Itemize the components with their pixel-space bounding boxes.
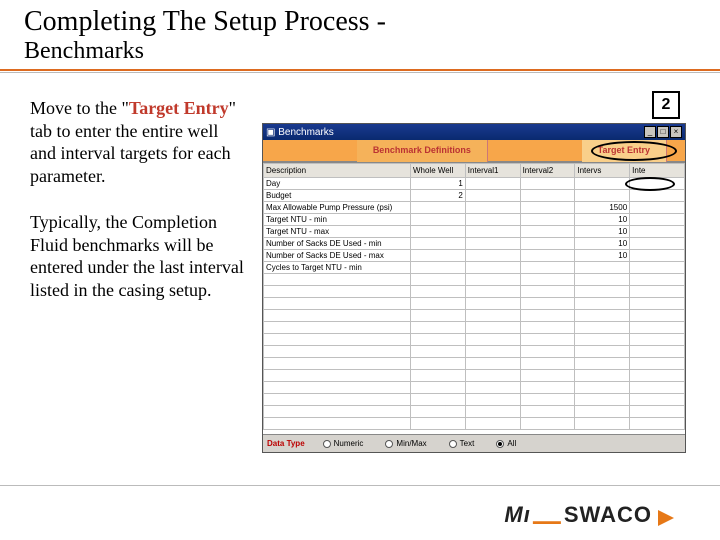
- table-row[interactable]: Cycles to Target NTU - min: [264, 262, 685, 274]
- table-row[interactable]: [264, 346, 685, 358]
- p1-accent: Target Entry: [129, 98, 229, 118]
- radio-all[interactable]: All: [496, 439, 516, 448]
- column-header[interactable]: Interval2: [520, 164, 575, 178]
- minimize-icon[interactable]: _: [644, 126, 656, 138]
- radio-numeric[interactable]: Numeric: [323, 439, 364, 448]
- logo-arrow-icon: [658, 510, 674, 526]
- column-header[interactable]: Inte: [630, 164, 685, 178]
- table-row[interactable]: [264, 286, 685, 298]
- column-header[interactable]: Whole Well: [410, 164, 465, 178]
- table-row[interactable]: [264, 310, 685, 322]
- table-row[interactable]: [264, 274, 685, 286]
- window-title: ▣ Benchmarks: [266, 127, 334, 138]
- table-row[interactable]: [264, 382, 685, 394]
- miswaco-logo: Mı—SWACO: [504, 502, 674, 528]
- table-row[interactable]: Day1: [264, 178, 685, 190]
- slide-title: Completing The Setup Process -: [24, 6, 720, 38]
- table-row[interactable]: Budget2: [264, 190, 685, 202]
- table-row[interactable]: Number of Sacks DE Used - max10: [264, 250, 685, 262]
- data-type-label: Data Type: [267, 439, 305, 448]
- table-row[interactable]: [264, 418, 685, 430]
- data-grid[interactable]: DescriptionWhole WellInterval1Interval2I…: [263, 162, 685, 434]
- table-row[interactable]: [264, 298, 685, 310]
- accent-rule: [0, 69, 720, 71]
- benchmarks-window: ▣ Benchmarks _ □ × Benchmark Definitions…: [262, 123, 686, 453]
- table-row[interactable]: Target NTU - max10: [264, 226, 685, 238]
- column-header[interactable]: Interval1: [465, 164, 520, 178]
- slide-subtitle: Benchmarks: [24, 38, 720, 65]
- column-header[interactable]: Intervs: [575, 164, 630, 178]
- table-row[interactable]: Number of Sacks DE Used - min10: [264, 238, 685, 250]
- p2: Typically, the Completion Fluid benchmar…: [30, 211, 248, 301]
- table-row[interactable]: [264, 406, 685, 418]
- table-row[interactable]: [264, 370, 685, 382]
- maximize-icon[interactable]: □: [657, 126, 669, 138]
- tab-target-entry[interactable]: Target Entry: [582, 140, 667, 162]
- radio-minmax[interactable]: Min/Max: [385, 439, 426, 448]
- table-row[interactable]: Target NTU - min10: [264, 214, 685, 226]
- p1-pre: Move to the ": [30, 98, 129, 118]
- step-badge: 2: [652, 91, 680, 119]
- footer-rule: [0, 485, 720, 486]
- table-row[interactable]: [264, 334, 685, 346]
- table-row[interactable]: [264, 322, 685, 334]
- table-row[interactable]: [264, 358, 685, 370]
- table-row[interactable]: Max Allowable Pump Pressure (psi)1500: [264, 202, 685, 214]
- data-type-bar: Data Type Numeric Min/Max Text All: [263, 434, 685, 452]
- radio-text[interactable]: Text: [449, 439, 475, 448]
- close-icon[interactable]: ×: [670, 126, 682, 138]
- column-header[interactable]: Description: [264, 164, 411, 178]
- table-row[interactable]: [264, 394, 685, 406]
- body-text: Move to the "Target Entry" tab to enter …: [30, 97, 248, 453]
- tab-benchmark-definitions[interactable]: Benchmark Definitions: [357, 140, 488, 162]
- tab-bar: Benchmark Definitions Target Entry: [263, 140, 685, 162]
